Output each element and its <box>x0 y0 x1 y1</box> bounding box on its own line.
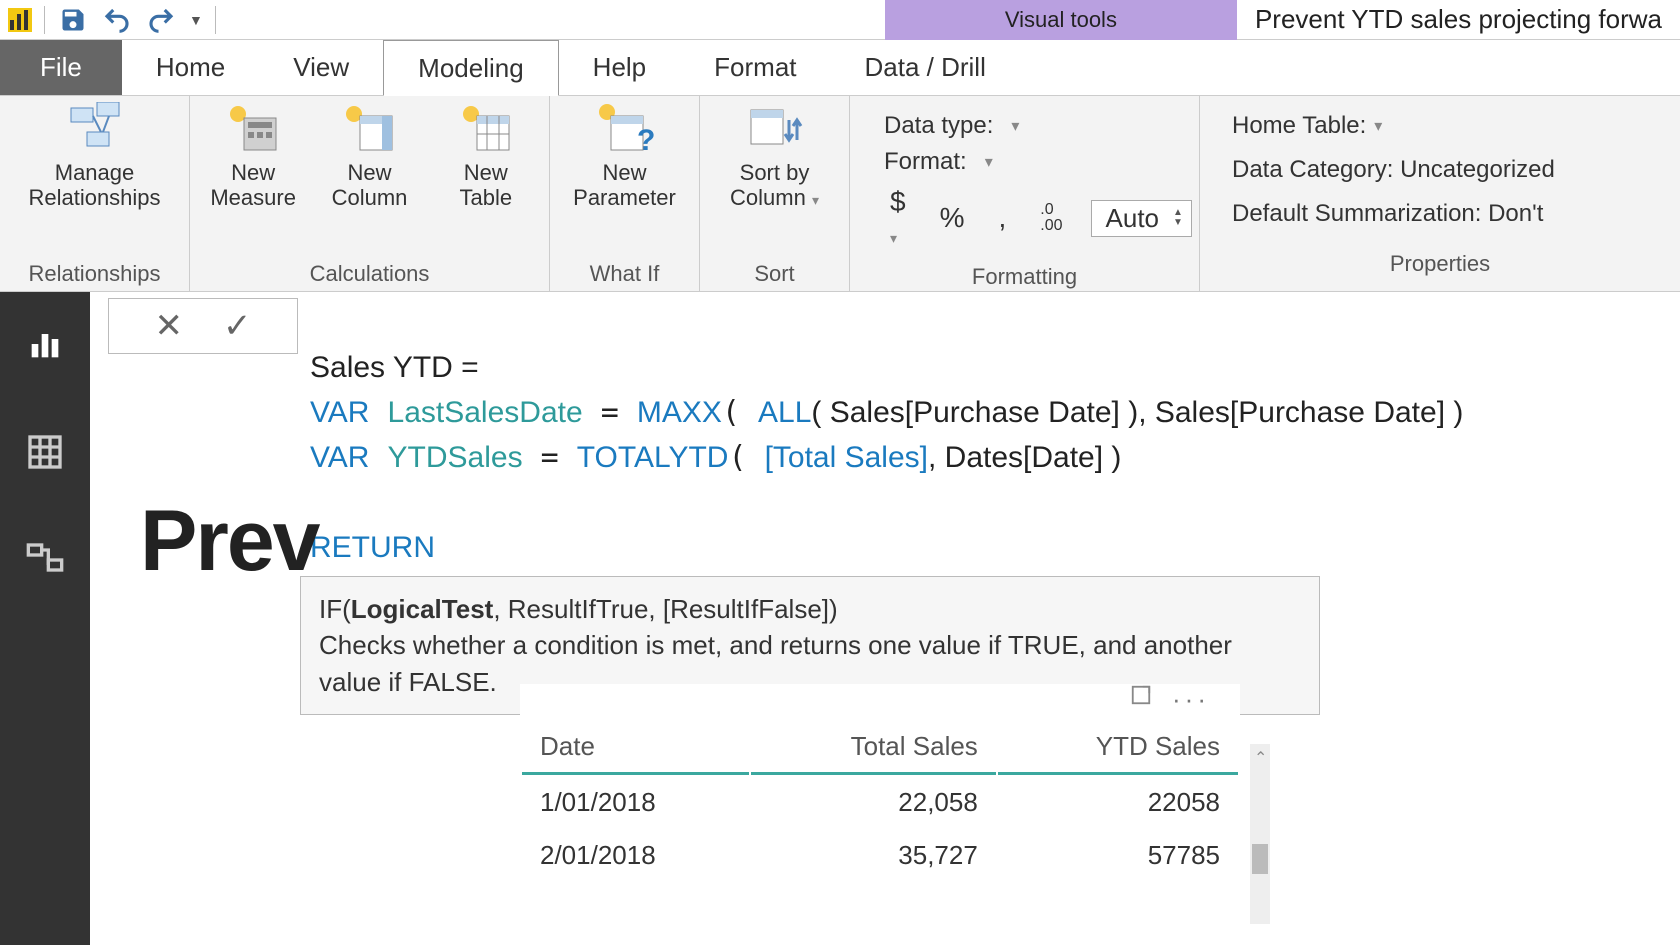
report-view-button[interactable] <box>21 320 69 368</box>
undo-button[interactable] <box>101 4 133 36</box>
parameter-icon: ? <box>595 102 655 156</box>
decimal-places-input[interactable]: Auto▲▼ <box>1091 200 1192 237</box>
tab-help[interactable]: Help <box>559 40 680 95</box>
svg-text:?: ? <box>637 124 655 156</box>
new-measure-button[interactable]: New Measure <box>204 102 302 211</box>
home-table-label: Home Table: <box>1232 112 1366 140</box>
data-category-label: Data Category: Uncategorized <box>1232 156 1555 184</box>
tab-file[interactable]: File <box>0 40 122 95</box>
table-icon <box>456 102 516 156</box>
default-summarization-label: Default Summarization: Don't <box>1232 200 1543 228</box>
new-column-button[interactable]: New Column <box>320 102 418 211</box>
group-formatting-title: Formatting <box>884 260 1165 290</box>
new-table-button[interactable]: New Table <box>437 102 535 211</box>
table-row[interactable]: 1/01/201822,05822058 <box>522 777 1238 828</box>
currency-button[interactable]: $ ▾ <box>884 186 912 250</box>
scroll-up-icon[interactable]: ⌃ <box>1254 748 1267 768</box>
redo-button[interactable] <box>145 4 177 36</box>
home-table-dropdown[interactable]: ▾ <box>1374 116 1382 136</box>
scroll-thumb[interactable] <box>1252 844 1268 874</box>
contextual-tab-visual-tools[interactable]: Visual tools <box>885 0 1237 40</box>
measure-icon <box>223 102 283 156</box>
tab-data-drill[interactable]: Data / Drill <box>831 40 1020 95</box>
formula-cancel-button[interactable]: ✕ <box>155 306 184 346</box>
measure-name: Sales YTD = <box>310 351 479 384</box>
app-icon <box>8 8 32 32</box>
group-whatif-title: What If <box>564 257 685 287</box>
column-icon <box>339 102 399 156</box>
group-relationships-title: Relationships <box>14 257 175 287</box>
data-type-label: Data type: <box>884 112 993 140</box>
format-label: Format: <box>884 148 967 176</box>
group-calculations-title: Calculations <box>204 257 535 287</box>
group-properties-title: Properties <box>1232 247 1648 277</box>
model-view-button[interactable] <box>21 536 69 584</box>
table-row[interactable]: 2/01/201835,72757785 <box>522 830 1238 881</box>
new-parameter-button[interactable]: ? New Parameter <box>570 102 680 211</box>
report-title-fragment: Prev <box>140 492 319 591</box>
format-dropdown[interactable]: ▾ <box>985 152 993 172</box>
sort-by-column-button[interactable]: Sort by Column ▾ <box>720 102 830 211</box>
tab-home[interactable]: Home <box>122 40 259 95</box>
table-visual[interactable]: ··· Date Total Sales YTD Sales 1/01/2018… <box>520 684 1240 883</box>
relationships-icon <box>65 102 125 156</box>
comma-button[interactable]: , <box>992 202 1012 234</box>
focus-mode-icon[interactable] <box>1130 684 1152 715</box>
data-view-button[interactable] <box>21 428 69 476</box>
col-date[interactable]: Date <box>522 721 749 775</box>
sort-icon <box>745 102 805 156</box>
group-sort-title: Sort <box>714 257 835 287</box>
tab-view[interactable]: View <box>259 40 383 95</box>
manage-relationships-button[interactable]: Manage Relationships <box>40 102 150 211</box>
col-total-sales[interactable]: Total Sales <box>751 721 996 775</box>
percent-button[interactable]: % <box>934 202 971 234</box>
tab-modeling[interactable]: Modeling <box>383 40 559 96</box>
scrollbar[interactable]: ⌃ <box>1250 744 1270 924</box>
formula-commit-button[interactable]: ✓ <box>223 306 252 346</box>
document-title: Prevent YTD sales projecting forwa <box>1237 4 1680 35</box>
tab-format[interactable]: Format <box>680 40 830 95</box>
col-ytd-sales[interactable]: YTD Sales <box>998 721 1238 775</box>
save-button[interactable] <box>57 4 89 36</box>
more-options-icon[interactable]: ··· <box>1172 684 1210 715</box>
qat-customize[interactable]: ▼ <box>189 12 203 28</box>
data-type-dropdown[interactable]: ▾ <box>1011 116 1019 136</box>
decimal-button[interactable]: .0 .00 <box>1034 202 1068 234</box>
